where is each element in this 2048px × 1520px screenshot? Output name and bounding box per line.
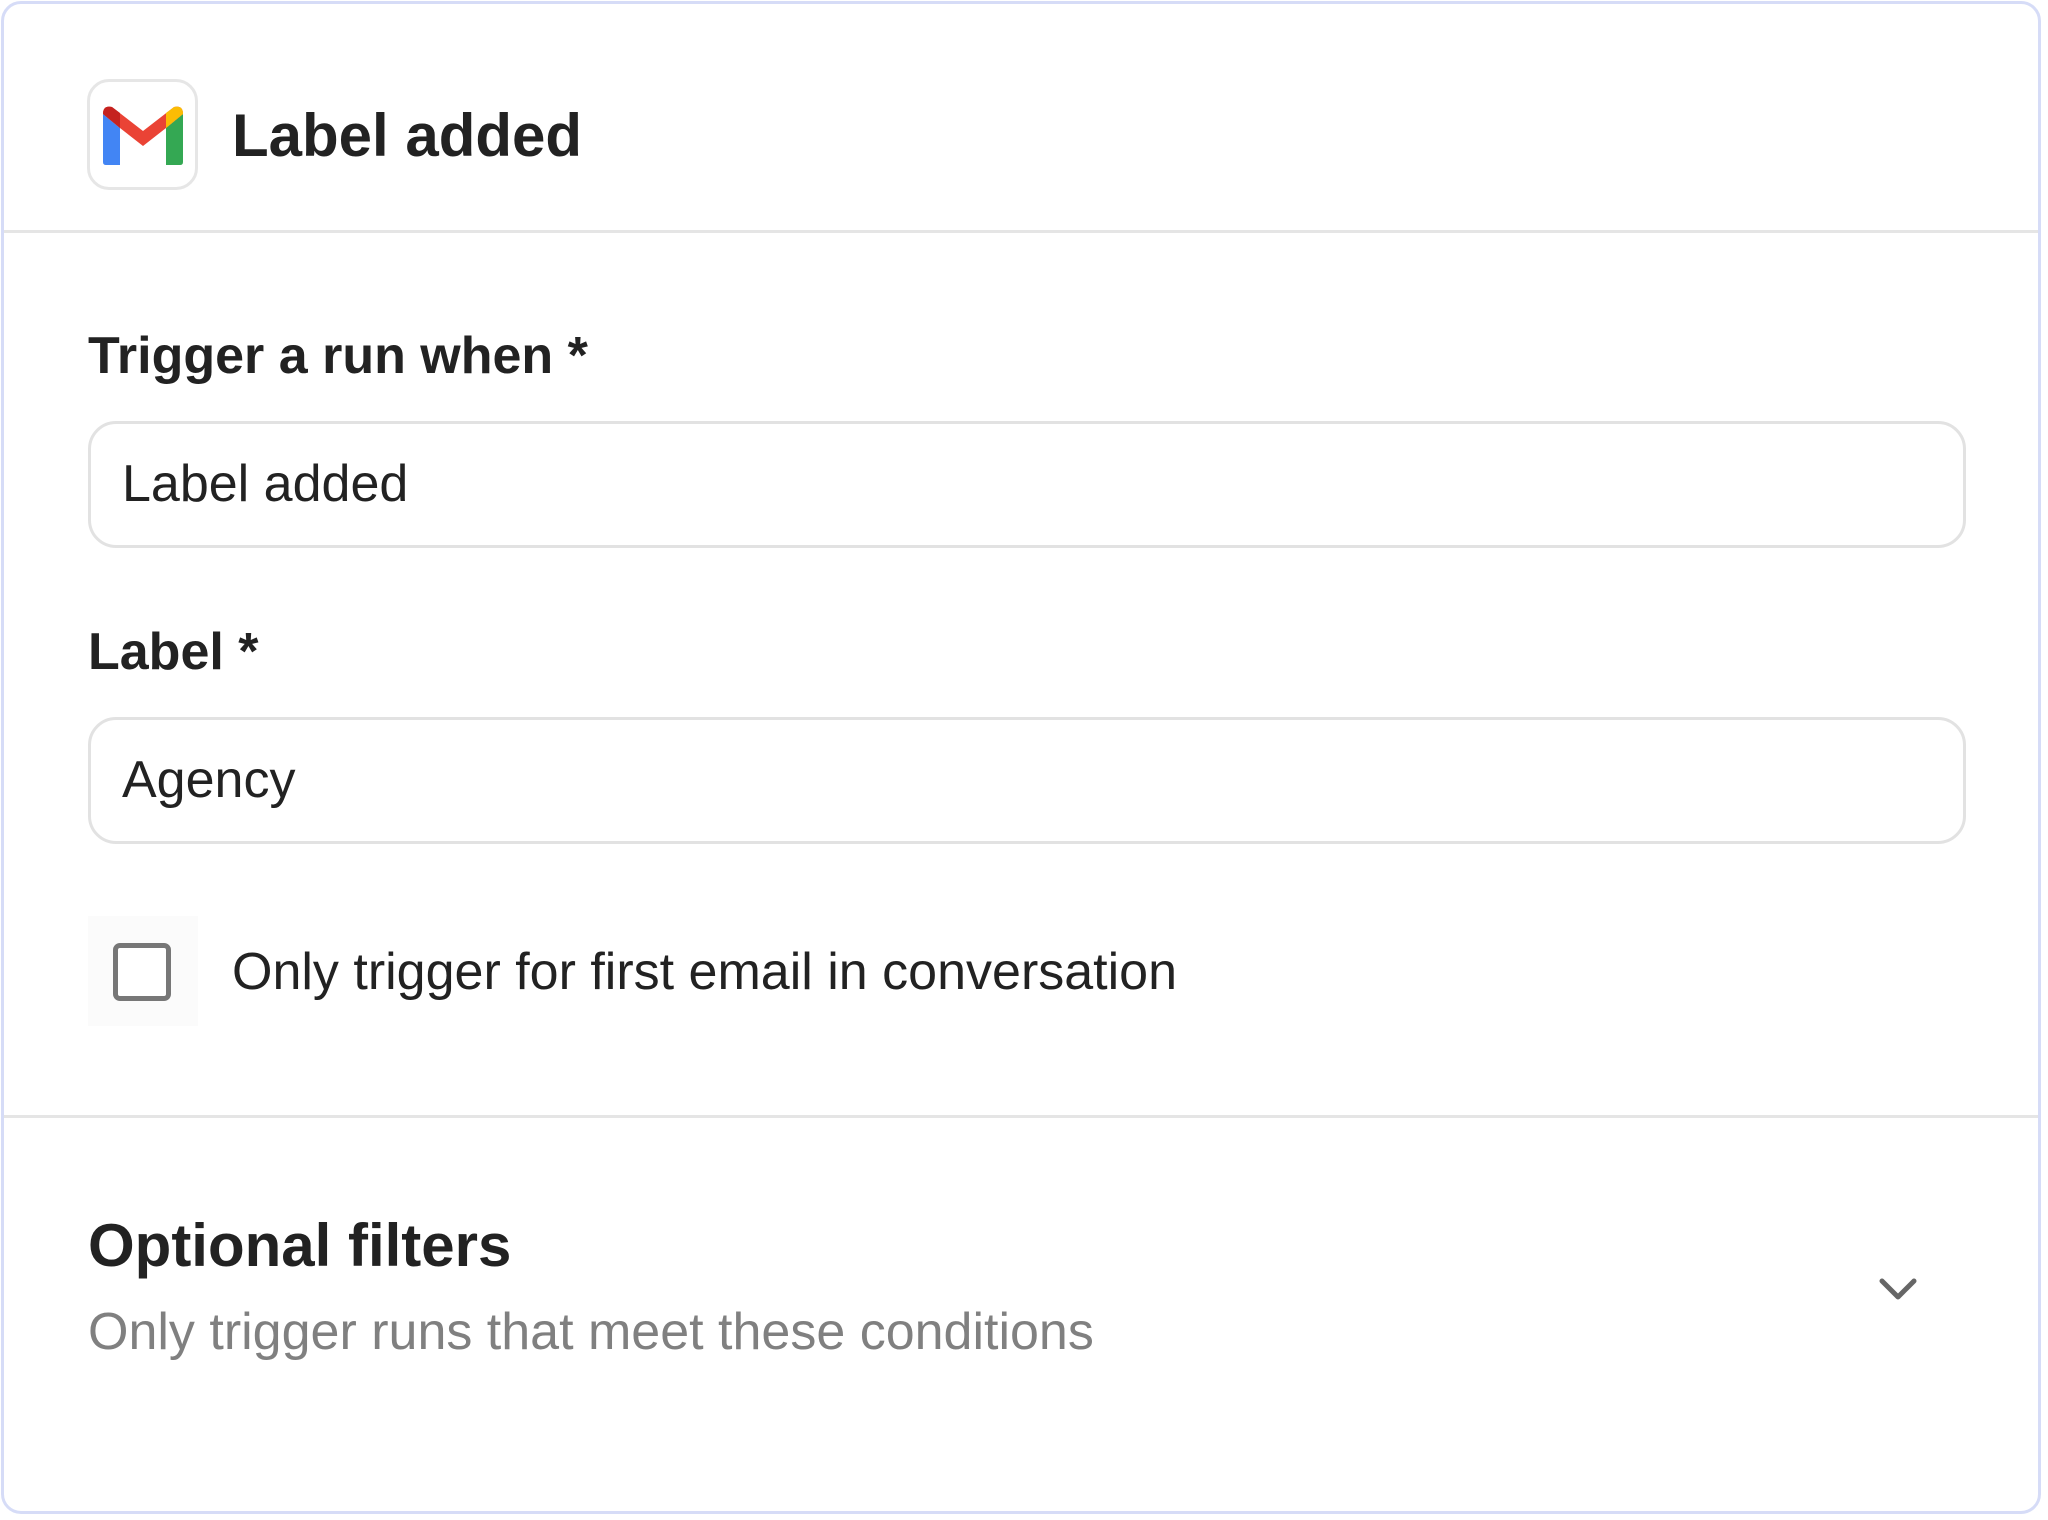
label-select-value: Agency — [122, 751, 296, 809]
label-select[interactable]: Agency — [88, 717, 1966, 844]
first-email-checkbox-label[interactable]: Only trigger for first email in conversa… — [232, 940, 1177, 1004]
optional-filters-section[interactable]: Optional filters Only trigger runs that … — [4, 1118, 2038, 1511]
optional-filters-title: Optional filters — [88, 1212, 512, 1279]
chevron-down-icon[interactable] — [1874, 1266, 1922, 1314]
trigger-select-value: Label added — [122, 455, 409, 513]
gmail-icon — [87, 79, 198, 190]
first-email-option[interactable]: Only trigger for first email in conversa… — [88, 916, 1288, 1028]
checkbox-hit-area[interactable] — [88, 916, 198, 1026]
trigger-field-label: Trigger a run when * — [88, 327, 588, 385]
label-field-label: Label * — [88, 623, 259, 681]
page-title: Label added — [232, 102, 583, 169]
first-email-checkbox[interactable] — [113, 943, 171, 1001]
panel-header: Label added — [4, 4, 2038, 233]
optional-filters-subtitle: Only trigger runs that meet these condit… — [88, 1303, 1094, 1361]
trigger-panel: Label added Trigger a run when * Label a… — [1, 1, 2041, 1514]
trigger-select[interactable]: Label added — [88, 421, 1966, 548]
gmail-logo — [102, 106, 183, 165]
